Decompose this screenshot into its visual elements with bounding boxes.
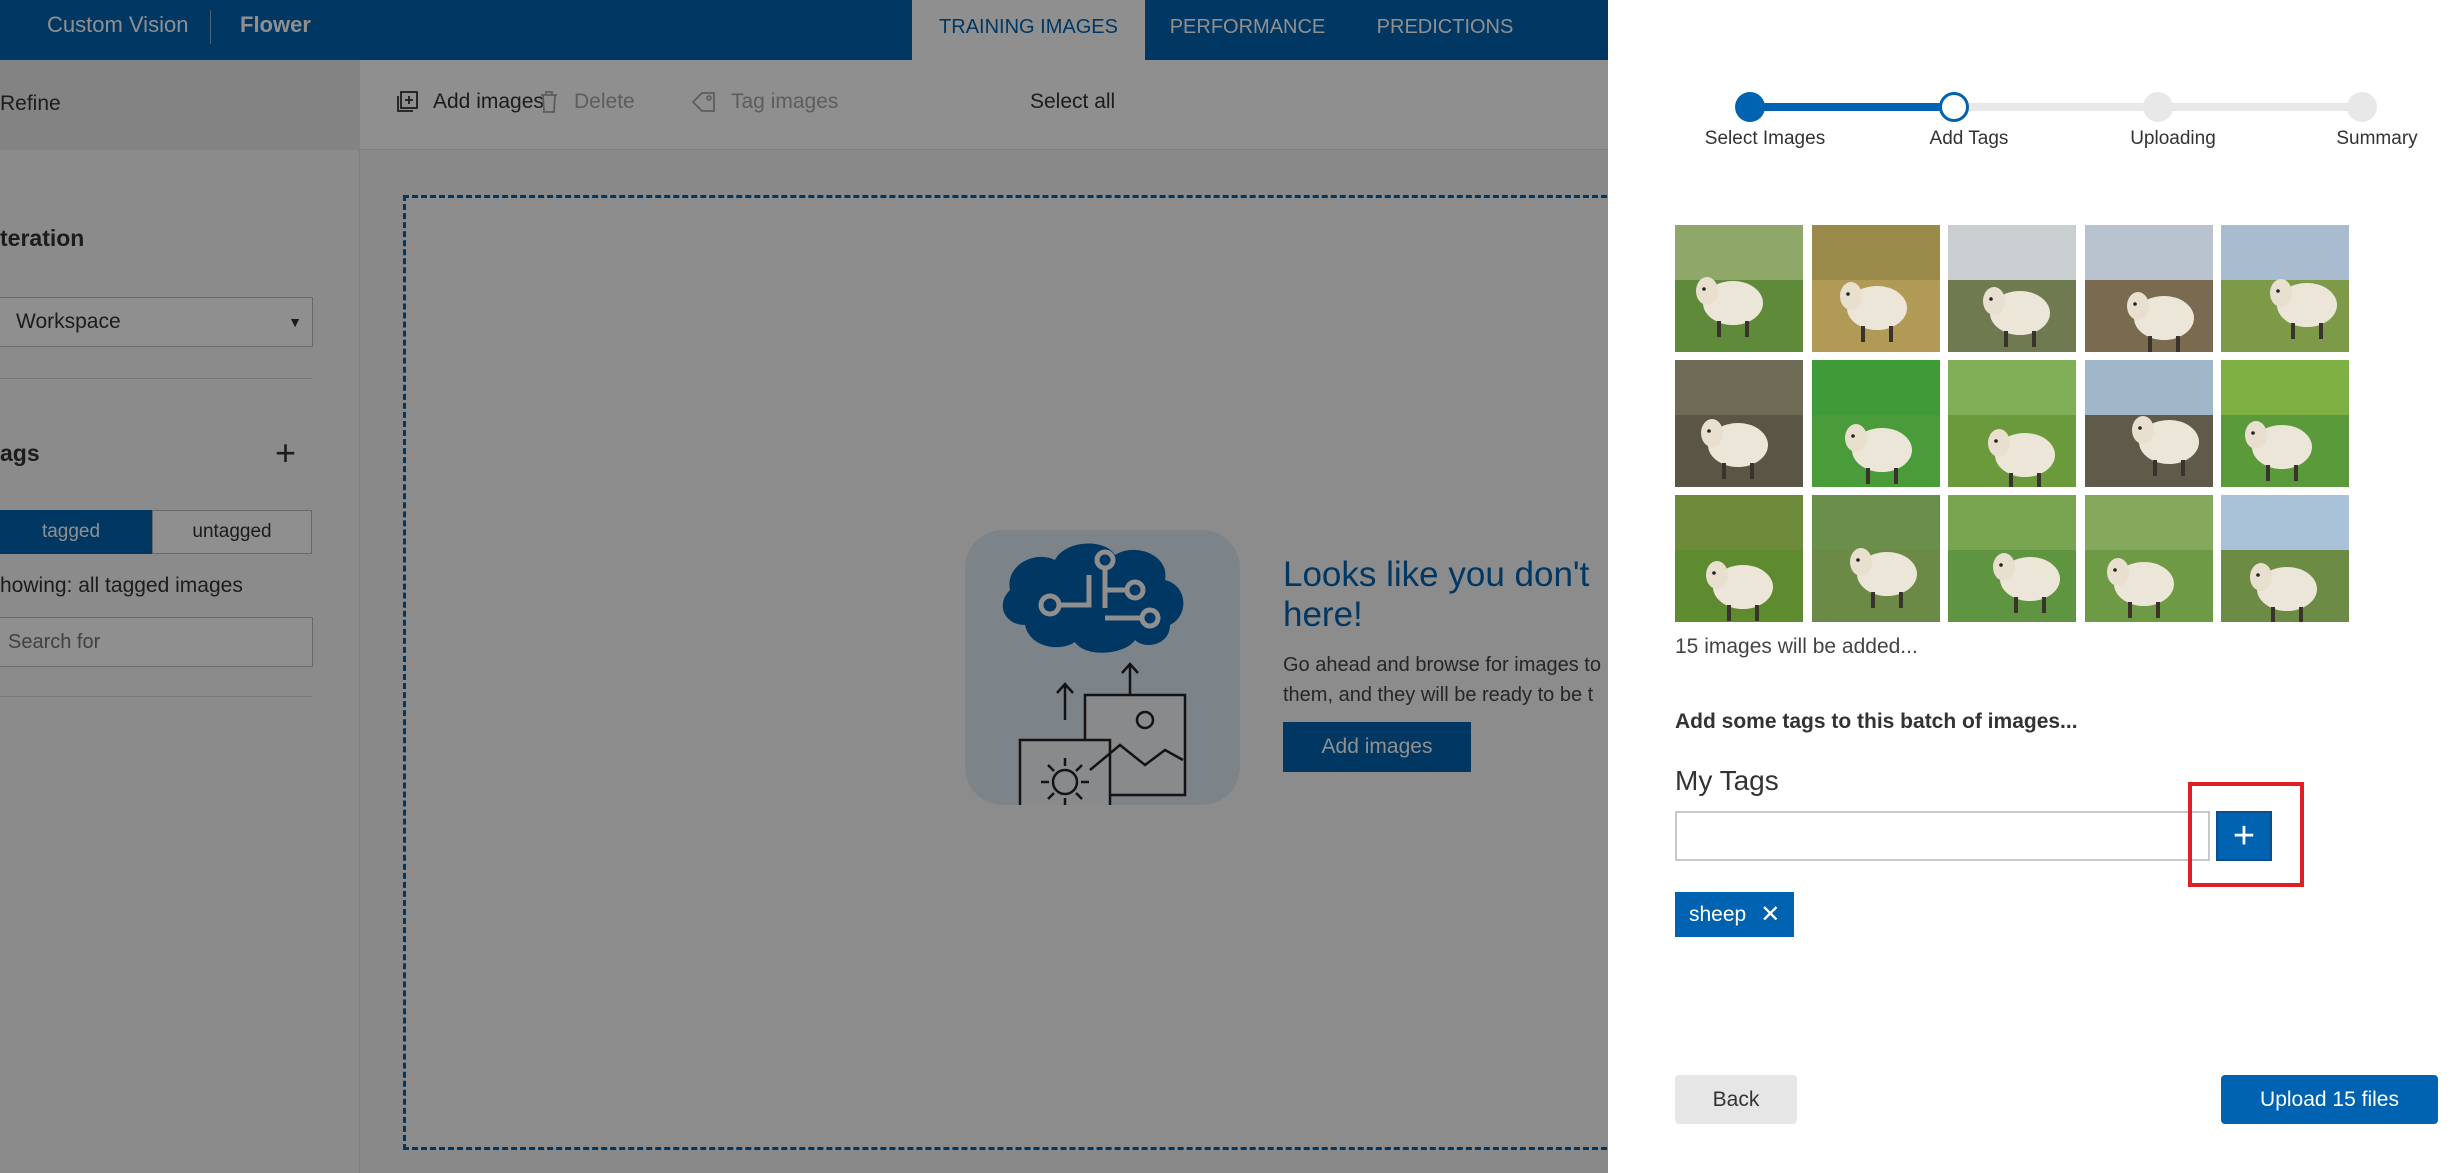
- add-images-panel: × Select Images Add Tags Uploading Summa…: [1608, 0, 2452, 1173]
- step-label-add-tags: Add Tags: [1929, 128, 2009, 149]
- sheep-thumbnail: [2084, 225, 2213, 352]
- step-dot-add-tags: [1939, 92, 1969, 122]
- image-count-text: 15 images will be added...: [1675, 635, 1918, 658]
- my-tags-heading: My Tags: [1675, 765, 1779, 796]
- sheep-thumbnail: [1811, 225, 1940, 352]
- step-label-summary: Summary: [2336, 128, 2418, 149]
- sheep-thumbnail: [2221, 225, 2349, 352]
- remove-tag-close-icon[interactable]: ✕: [1760, 902, 1780, 927]
- tag-chip-label: sheep: [1689, 902, 1747, 926]
- step-dot-select-images: [1735, 92, 1765, 122]
- sheep-thumbnail: [1811, 360, 1940, 487]
- sheep-thumbnail: [1675, 360, 1803, 487]
- step-label-uploading: Uploading: [2130, 128, 2216, 149]
- sheep-thumbnail: [1811, 495, 1940, 622]
- sheep-thumbnail: [2084, 360, 2213, 487]
- sheep-thumbnail: [1948, 495, 2076, 622]
- stepper-progress: [1750, 103, 1954, 111]
- sheep-thumbnail: [1948, 225, 2076, 352]
- tag-name-input[interactable]: [1675, 811, 2210, 861]
- back-button[interactable]: Back: [1675, 1075, 1797, 1124]
- step-dot-summary: [2347, 92, 2377, 122]
- sheep-thumbnail: [1675, 495, 1803, 622]
- modal-backdrop[interactable]: [0, 0, 1608, 1173]
- sheep-thumbnail: [1948, 360, 2076, 487]
- sheep-thumbnail: [2221, 495, 2349, 622]
- step-label-select-images: Select Images: [1704, 128, 1826, 149]
- sheep-thumbnail: [1675, 225, 1803, 352]
- sheep-thumbnail: [2221, 360, 2349, 487]
- highlight-box: [2188, 782, 2304, 887]
- step-dot-uploading: [2143, 92, 2173, 122]
- upload-files-button[interactable]: Upload 15 files: [2221, 1075, 2438, 1124]
- custom-vision-app: Custom Vision Flower TRAINING IMAGES PER…: [0, 0, 1643, 1173]
- tag-chip: sheep ✕: [1675, 892, 1795, 937]
- add-tags-hint: Add some tags to this batch of images...: [1675, 710, 2078, 733]
- sheep-thumbnail: [2084, 495, 2213, 622]
